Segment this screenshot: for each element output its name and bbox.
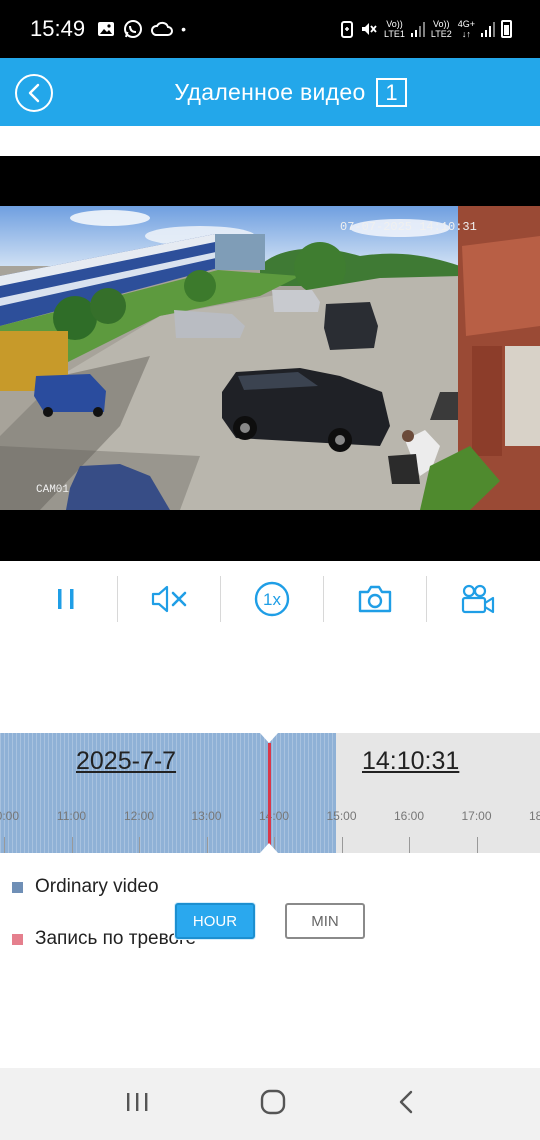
sim1-signal-icon: [410, 21, 425, 37]
network-type: 4G+ ↓↑: [457, 19, 475, 39]
system-nav-bar: [0, 1068, 540, 1140]
page-title: Удаленное видео: [174, 78, 366, 105]
legend-ordinary: Ordinary video: [12, 876, 159, 898]
gallery-icon: [98, 22, 115, 36]
timeline-tick-mark: [4, 837, 5, 853]
home-icon: [260, 1089, 286, 1114]
record-button[interactable]: [427, 574, 529, 624]
timeline-cursor: [268, 743, 271, 853]
video-player[interactable]: 07-07-2025 14:10:31 CAM01: [0, 156, 540, 561]
playback-controls: 1x: [0, 574, 540, 624]
timeline-tick-mark: [409, 837, 410, 853]
recent-apps-button[interactable]: [124, 1090, 150, 1119]
pause-icon: [58, 589, 74, 609]
home-button[interactable]: [259, 1088, 287, 1121]
ordinary-swatch: [12, 881, 23, 893]
timeline-tick-label: 12:00: [123, 809, 155, 823]
battery-saver-icon: [341, 21, 354, 38]
status-bar: 15:49 • Vo)) LTE1 Vo)) LTE2 4G+ ↓↑: [0, 0, 540, 58]
sim2-signal-icon: [481, 21, 495, 37]
speed-label: 1x: [263, 590, 281, 609]
timeline-scrubber[interactable]: 2025-7-7 14:10:31 10:00 11:00 12:00 13:00 14…: [0, 733, 540, 853]
hour-mode-button[interactable]: HOUR: [175, 903, 255, 939]
cursor-marker-bottom: [260, 843, 278, 853]
legend-alarm-label: Запись по тревоге: [35, 928, 197, 949]
sim2-label: Vo)) LTE2: [430, 19, 452, 39]
timeline-tick-label: 11:00: [56, 809, 87, 823]
snapshot-button[interactable]: [324, 574, 426, 624]
back-icon: [399, 1090, 412, 1113]
timeline-date[interactable]: 2025-7-7: [76, 747, 176, 776]
camera-feed-image: 07-07-2025 14:10:31 CAM01: [0, 206, 540, 510]
chevron-left-icon: [28, 83, 40, 103]
back-nav-button[interactable]: [396, 1089, 416, 1120]
status-time: 15:49: [30, 16, 86, 41]
min-mode-button[interactable]: MIN: [285, 903, 365, 939]
mute-button[interactable]: [118, 574, 220, 624]
app-header: Удаленное видео 1: [0, 58, 540, 126]
back-button[interactable]: [15, 74, 53, 112]
osd-camera-label: CAM01: [36, 484, 70, 496]
timeline-tick-label: 10:00: [0, 809, 20, 823]
camera-scene: [0, 206, 540, 510]
more-notifications-dot: •: [181, 21, 186, 37]
timeline-time[interactable]: 14:10:31: [362, 747, 459, 776]
timeline-tick-mark: [341, 837, 343, 853]
channel-selector[interactable]: 1: [376, 78, 407, 107]
whatsapp-icon: [124, 20, 143, 38]
timeline-tick-mark: [71, 837, 73, 853]
timeline-tick-label: 17:00: [461, 809, 492, 823]
timeline-tick-mark: [139, 837, 140, 853]
pause-button[interactable]: [15, 574, 117, 624]
osd-timestamp: 07-07-2025 14:10:31: [340, 220, 477, 234]
camera-icon: [358, 585, 392, 613]
video-camera-icon: [461, 584, 495, 614]
speed-button[interactable]: 1x: [221, 574, 323, 624]
cursor-marker-top: [260, 733, 278, 743]
timeline-tick-mark: [206, 837, 208, 853]
speaker-muted-icon: [151, 585, 187, 613]
cloud-icon: [151, 21, 174, 36]
sim1-label: Vo)) LTE1: [384, 19, 405, 39]
legend-ordinary-label: Ordinary video: [35, 876, 159, 897]
recent-apps-icon: [127, 1092, 148, 1111]
status-system-icons: Vo)) LTE1 Vo)) LTE2 4G+ ↓↑: [340, 19, 512, 39]
timeline-tick-label: 13:00: [191, 809, 222, 823]
timeline-tick-label: 14:00: [258, 809, 290, 823]
timeline-tick-label: 18:00: [528, 809, 540, 823]
speed-1x-icon: 1x: [254, 581, 290, 617]
status-notification-icons: •: [97, 19, 186, 39]
timeline-tick-label: 15:00: [326, 809, 357, 823]
timeline-tick-mark: [476, 837, 478, 853]
timeline-tick-label: 16:00: [393, 809, 425, 823]
battery-icon: [501, 20, 512, 38]
alarm-swatch: [12, 933, 23, 945]
mute-notifications-icon: [362, 23, 377, 35]
legend-alarm: Запись по тревоге: [12, 928, 196, 950]
